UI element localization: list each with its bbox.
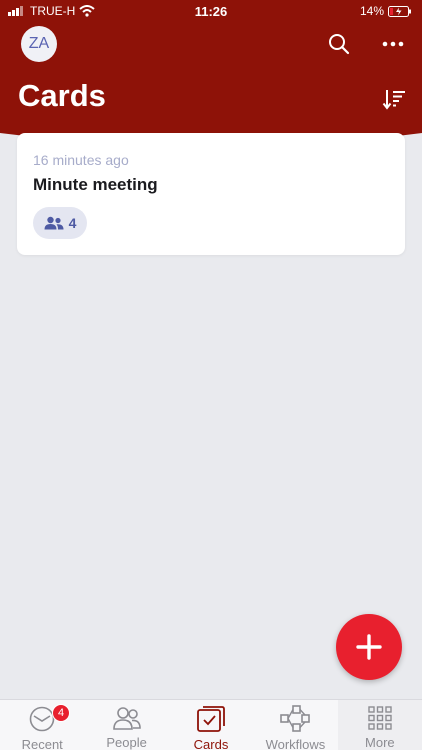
grid-icon	[368, 706, 392, 730]
tab-people[interactable]: People	[84, 700, 168, 750]
tab-more-label: More	[365, 735, 395, 750]
bottom-tab-bar: Recent 4 People Cards Workflows More	[0, 699, 422, 750]
sort-icon[interactable]	[381, 86, 407, 112]
people-icon	[44, 216, 64, 230]
tab-people-label: People	[106, 735, 147, 750]
notification-badge: 4	[52, 704, 70, 722]
page-title: Cards	[18, 78, 106, 113]
plus-icon	[356, 634, 382, 660]
tab-recent[interactable]: Recent 4	[0, 700, 84, 750]
cards-icon	[197, 706, 225, 732]
card-item[interactable]: 16 minutes ago Minute meeting 4	[17, 133, 405, 255]
people-icon	[112, 707, 141, 730]
status-time: 11:26	[194, 4, 228, 19]
status-bar: TRUE-H 11:26 14%	[0, 0, 422, 22]
tab-workflows[interactable]: Workflows	[253, 700, 337, 750]
tab-recent-label: Recent	[21, 737, 63, 750]
more-options-icon[interactable]	[380, 31, 406, 57]
tab-cards[interactable]: Cards	[169, 700, 253, 750]
card-timestamp: 16 minutes ago	[33, 152, 129, 168]
card-title: Minute meeting	[33, 175, 158, 194]
user-avatar[interactable]: ZA	[21, 26, 57, 62]
battery-percent: 14%	[359, 4, 384, 18]
battery-icon	[388, 5, 411, 17]
search-icon[interactable]	[326, 31, 352, 57]
app-header: TRUE-H 11:26 14% ZA Cards	[0, 0, 422, 150]
participants-badge: 4	[33, 207, 87, 239]
tab-more[interactable]: More	[337, 700, 422, 750]
header-background	[0, 0, 422, 147]
tab-workflows-label: Workflows	[265, 737, 326, 750]
add-card-button[interactable]	[336, 614, 402, 680]
participants-count: 4	[68, 215, 77, 231]
tab-cards-label: Cards	[193, 737, 229, 750]
workflow-icon	[280, 705, 311, 732]
